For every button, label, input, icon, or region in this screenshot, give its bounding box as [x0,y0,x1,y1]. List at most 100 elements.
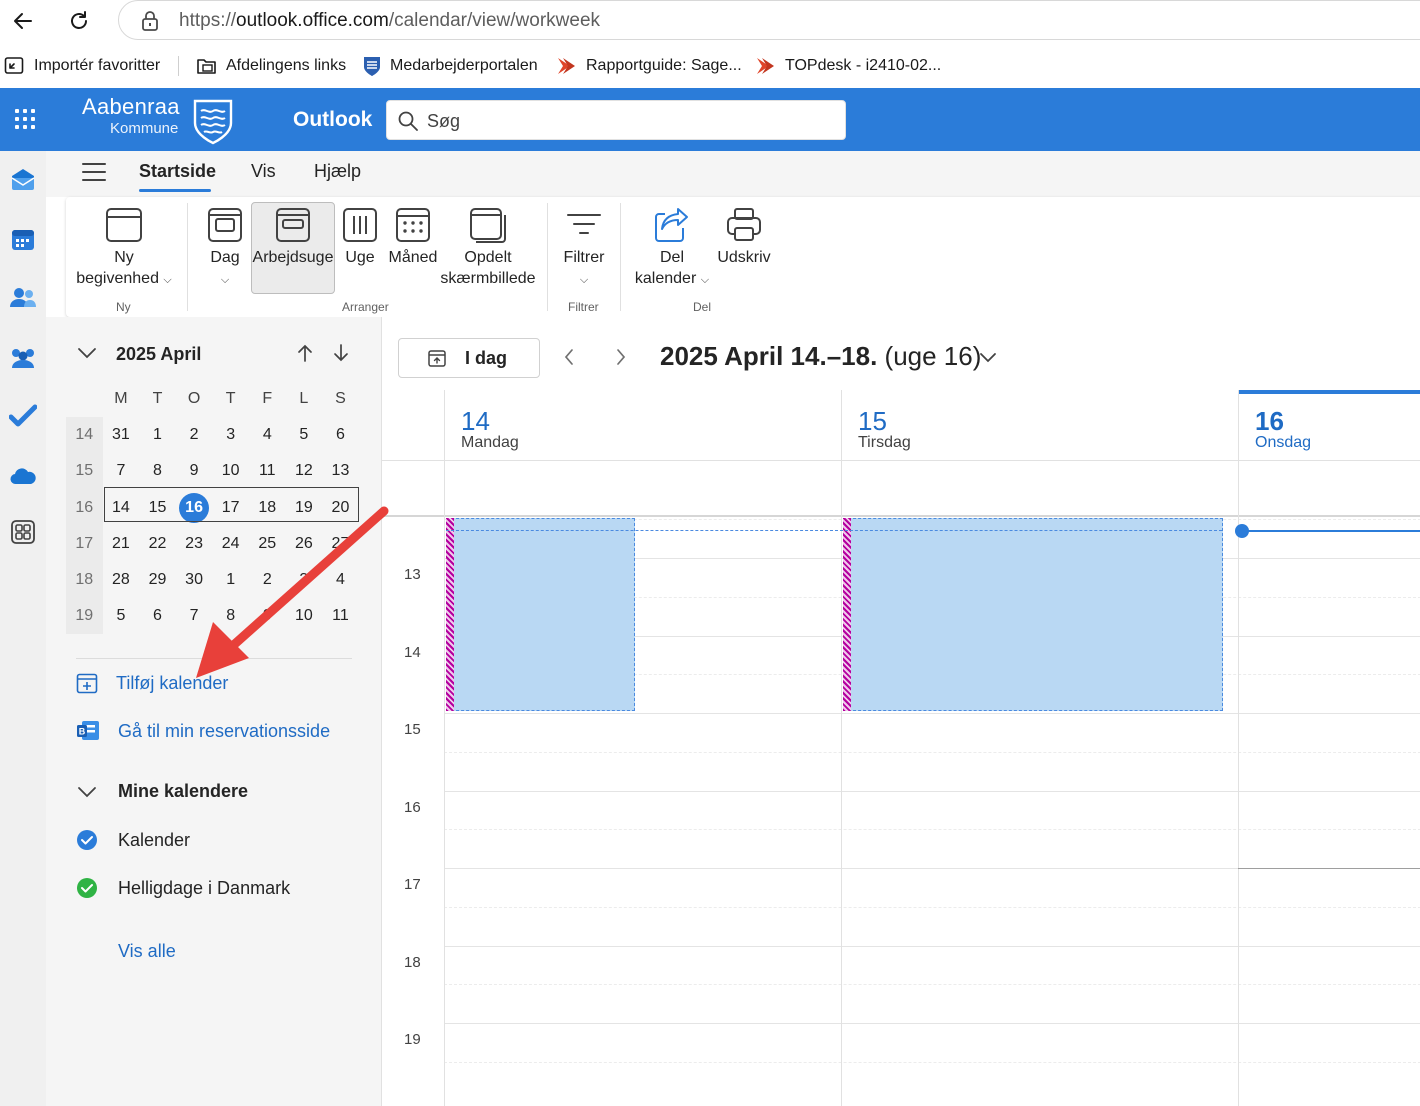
chevron-down-icon[interactable]: ⌵ [580,274,588,286]
tab-startside[interactable]: Startside [139,161,216,182]
url-text[interactable]: https://outlook.office.com/calendar/view… [179,10,600,32]
mini-calendar-day[interactable]: 2 [249,562,286,598]
favorite-employee-portal[interactable]: Medarbejderportalen [362,54,538,78]
today-button[interactable]: I dag [398,338,540,378]
rail-groups[interactable] [4,339,42,377]
mini-calendar-day[interactable]: 23 [176,526,213,562]
mini-calendar-day[interactable]: 6 [139,598,176,634]
back-button[interactable] [6,4,40,38]
rail-calendar[interactable] [4,221,42,259]
mini-calendar-day[interactable]: 16 [176,490,213,526]
date-range-dropdown[interactable] [978,351,998,370]
mini-calendar-day[interactable]: 30 [176,562,213,598]
checkmark-circle-icon[interactable] [76,877,98,899]
calendar-item-kalender[interactable]: Kalender [76,829,190,851]
menu-button[interactable] [82,163,106,183]
mini-calendar-day[interactable]: 26 [286,526,323,562]
mini-calendar-day[interactable]: 22 [139,526,176,562]
favorite-department-links[interactable]: Afdelingens links [196,54,346,78]
show-all-link[interactable]: Vis alle [118,941,176,962]
filter-button[interactable]: Filtrer ⌵ [558,203,610,291]
view-week-button[interactable]: Uge [340,203,380,268]
mini-calendar-day[interactable]: 31 [103,417,140,453]
add-calendar-link[interactable]: Tilføj kalender [76,672,228,694]
new-event-button[interactable]: Ny begivenhed ⌵ [70,203,178,291]
share-calendar-button[interactable]: Del kalender ⌵ [632,203,712,291]
mini-calendar-day[interactable]: 8 [212,598,249,634]
mini-calendar-day[interactable]: 14 [103,490,140,526]
previous-week-button[interactable] [562,347,576,372]
mini-calendar-day[interactable]: 12 [286,453,323,489]
mini-calendar-day[interactable]: 4 [249,417,286,453]
mini-calendar-day[interactable]: 29 [139,562,176,598]
mini-calendar-day[interactable]: 3 [212,417,249,453]
mini-calendar-day[interactable]: 10 [286,598,323,634]
mini-calendar-day[interactable]: 17 [212,490,249,526]
rail-people[interactable] [4,279,42,317]
checkmark-circle-icon[interactable] [76,829,98,851]
mini-calendar-day[interactable]: 9 [176,453,213,489]
favorite-import[interactable]: Importér favoritter [4,54,160,78]
mini-calendar-day[interactable]: 7 [103,453,140,489]
lock-icon[interactable] [141,10,159,32]
mini-calendar-day[interactable]: 11 [322,598,359,634]
mini-calendar-day[interactable]: 18 [249,490,286,526]
tab-vis[interactable]: Vis [251,161,276,182]
rail-mail[interactable] [4,161,42,199]
event-block-tuesday[interactable] [843,518,1223,711]
rail-more-apps[interactable] [4,513,42,551]
day-header-monday[interactable]: 14 Mandag [444,390,841,460]
mini-calendar-day[interactable]: 9 [249,598,286,634]
split-view-button[interactable]: Opdelt skærmbillede [440,203,536,289]
day-header-wednesday[interactable]: 16 Onsdag [1238,390,1420,460]
favorite-report-guide[interactable]: Rapportguide: Sage... [556,54,742,78]
mini-calendar-day[interactable]: 10 [212,453,249,489]
mini-calendar-day[interactable]: 21 [103,526,140,562]
print-button[interactable]: Udskriv [716,203,772,268]
mini-calendar-day[interactable]: 1 [139,417,176,453]
view-day-button[interactable]: Dag ⌵ [202,203,248,291]
mini-calendar-day[interactable]: 3 [286,562,323,598]
day-header-tuesday[interactable]: 15 Tirsdag [841,390,1238,460]
mini-calendar-day[interactable]: 19 [286,490,323,526]
calendar-item-holidays[interactable]: Helligdage i Danmark [76,877,290,899]
mini-calendar-day[interactable]: 27 [322,526,359,562]
next-week-button[interactable] [614,347,628,372]
mini-calendar-day[interactable]: 2 [176,417,213,453]
my-calendars-header[interactable]: Mine kalendere [76,781,248,802]
collapse-mini-calendar-button[interactable] [76,345,98,366]
org-logo[interactable]: Aabenraa Kommune [80,92,240,148]
all-day-row[interactable] [382,460,1420,517]
mini-calendar-day[interactable]: 4 [322,562,359,598]
mini-calendar-day[interactable]: 20 [322,490,359,526]
search-box[interactable] [386,100,846,140]
mini-calendar-day[interactable]: 15 [139,490,176,526]
booking-page-link[interactable]: B Gå til min reservationsside [76,719,330,743]
mini-calendar-day[interactable]: 24 [212,526,249,562]
chevron-down-icon[interactable]: ⌵ [221,274,229,286]
refresh-button[interactable] [62,4,96,38]
mini-calendar-day[interactable]: 13 [322,453,359,489]
view-month-button[interactable]: Måned [386,203,440,268]
mini-calendar-day[interactable]: 11 [249,453,286,489]
view-workweek-button[interactable]: Arbejdsuge [251,202,335,294]
tab-hjaelp[interactable]: Hjælp [314,161,361,182]
search-input[interactable] [427,108,827,134]
date-range-title[interactable]: 2025 April 14.–18. (uge 16) [660,341,981,372]
rail-todo[interactable] [4,397,42,435]
app-name[interactable]: Outlook [293,108,372,132]
mini-calendar-day[interactable]: 28 [103,562,140,598]
next-month-button[interactable] [332,343,350,368]
mini-calendar-day[interactable]: 7 [176,598,213,634]
favorite-topdesk[interactable]: TOPdesk - i2410-02... [755,54,941,78]
mini-calendar-title[interactable]: 2025 April [116,344,201,365]
rail-onedrive[interactable] [4,457,42,495]
chevron-down-icon[interactable]: ⌵ [701,274,709,286]
address-bar[interactable]: https://outlook.office.com/calendar/view… [118,0,1420,40]
mini-calendar-day[interactable]: 6 [322,417,359,453]
app-launcher-button[interactable] [8,102,38,132]
mini-calendar-day[interactable]: 25 [249,526,286,562]
mini-calendar-day[interactable]: 8 [139,453,176,489]
event-block-monday[interactable] [446,518,635,711]
mini-calendar-day[interactable]: 1 [212,562,249,598]
